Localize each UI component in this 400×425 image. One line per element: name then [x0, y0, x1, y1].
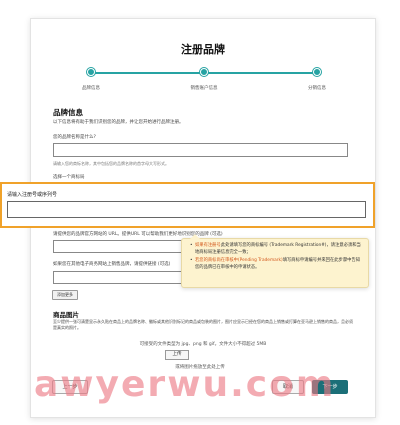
tooltip-item: • 如果有注册号此处请填写您的商标编号 (Trademark Registrat… [190, 243, 361, 255]
brand-name-label: 您的品牌名称是什么? [53, 135, 96, 140]
images-formats: 可接受的文件类型为 jpg、png 和 gif。文件大小不得超过 5MB [139, 342, 267, 347]
trademark-office-label: 选择一个商标局 [53, 175, 85, 180]
tooltip-term: 如果有注册号 [195, 243, 221, 248]
registration-tooltip: • 如果有注册号此处请填写您的商标编号 (Trademark Registrat… [181, 234, 369, 288]
step-label: 品牌信息 [82, 86, 100, 91]
registration-number-input[interactable] [7, 201, 366, 218]
tooltip-text: 此处请填写您的商标编号 (Trademark Registration#)，请注… [195, 243, 361, 255]
step-dot [313, 68, 321, 76]
step-dot [200, 68, 208, 76]
step-brand-info: 品牌信息 [61, 67, 121, 91]
section-heading-images: 商品图片 [53, 311, 79, 319]
progress-stepper: 品牌信息 销售账户信息 分销信息 [69, 67, 337, 97]
upload-button[interactable]: 上传 [165, 350, 189, 360]
watermark-text: awyerwu.com [34, 364, 336, 405]
section-intro: 以下信息将有助于我们识别您的品牌，并让您开始进行品牌注册。 [53, 120, 184, 125]
ecommerce-label: 如果您在其他电子商务网站上销售品牌，请提供链接 (可选) [53, 262, 171, 267]
brand-name-hint: 请输入您的商标名称，其中包括您的品牌名称的首字母大写形式。 [53, 161, 169, 166]
section-heading-brand-info: 品牌信息 [53, 108, 83, 117]
tooltip-arrow [190, 234, 200, 239]
step-dot [87, 68, 95, 76]
registration-number-highlight: 请输入注册号或序列号 [0, 182, 375, 228]
page-title: 注册品牌 [181, 43, 225, 56]
step-label: 销售账户信息 [190, 86, 218, 91]
tooltip-term: 若您的商标尚在审核中(Pending Trademark) [195, 258, 283, 263]
step-selling-account: 销售账户信息 [174, 67, 234, 91]
images-description: 至少提供一张可清楚显示永久贴在商品上的品牌名称、徽标或其他识别标记的商品或包装的… [53, 319, 353, 330]
brand-name-input[interactable] [53, 143, 348, 157]
step-label: 分销信息 [308, 86, 326, 91]
registration-number-label: 请输入注册号或序列号 [7, 192, 58, 198]
add-more-button[interactable]: 添加更多 [52, 290, 78, 300]
tooltip-item: • 若您的商标尚在审核中(Pending Trademark)填写商标申请编号并… [190, 258, 361, 270]
step-distribution: 分销信息 [287, 67, 347, 91]
